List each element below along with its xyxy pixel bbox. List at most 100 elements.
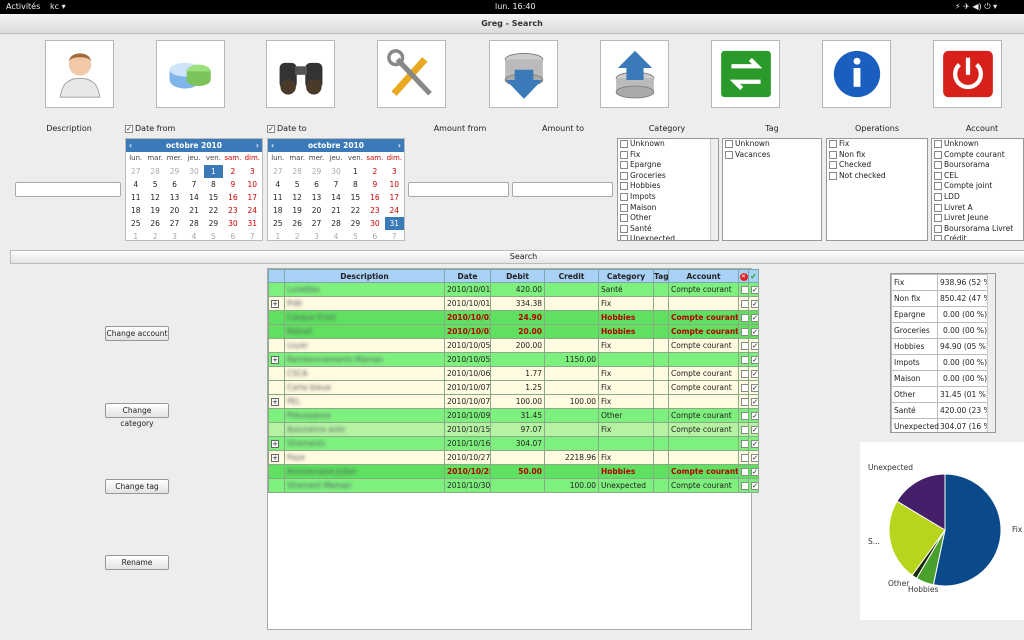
unchecked-checkbox[interactable] — [741, 482, 748, 490]
calendar-day[interactable]: 1 — [203, 165, 224, 178]
power-button[interactable] — [933, 40, 1002, 108]
date-to-checkbox[interactable]: ✓ — [267, 124, 275, 133]
stats-scrollbar[interactable] — [987, 274, 995, 432]
calendar-day[interactable]: 4 — [184, 230, 203, 243]
prev-month-icon[interactable]: ‹ — [271, 141, 274, 150]
calendar-day[interactable]: 15 — [346, 191, 365, 204]
operations-list[interactable]: Fix Non fix Checked Not checked — [826, 138, 928, 241]
calendar-day[interactable]: 31 — [243, 217, 262, 230]
info-button[interactable] — [822, 40, 891, 108]
cell-checked[interactable]: ✓ — [748, 296, 759, 311]
table-row[interactable]: Virement Maman 2010/10/30 100.00 Unexpected… — [268, 478, 759, 493]
category-list-item[interactable]: Groceries — [618, 171, 718, 182]
calendar-day[interactable]: 20 — [307, 204, 326, 217]
checkbox[interactable] — [934, 203, 942, 212]
account-list-item[interactable]: Boursorama — [932, 160, 1023, 171]
cell-unchecked[interactable] — [738, 282, 749, 297]
account-list-item[interactable]: Compte courant — [932, 150, 1023, 161]
checked-checkbox[interactable]: ✓ — [751, 398, 758, 406]
account-list-item[interactable]: Livret Jeune — [932, 213, 1023, 224]
cell-checked[interactable]: ✓ — [748, 394, 759, 409]
calendar-day[interactable]: 19 — [145, 204, 164, 217]
account-list-item[interactable]: Boursorama Livret — [932, 224, 1023, 235]
unchecked-checkbox[interactable] — [741, 468, 748, 476]
expand-icon[interactable]: + — [271, 440, 279, 448]
calendar-day[interactable]: 30 — [223, 217, 242, 230]
checkbox[interactable] — [934, 182, 942, 191]
stats-row[interactable]: Unexpected 304.07 (16 %) — [891, 418, 994, 432]
unchecked-checkbox[interactable] — [741, 440, 748, 448]
calendar-day[interactable]: 21 — [184, 204, 203, 217]
table-row[interactable]: + PEL 2010/10/07 100.00 100.00 Fix ✓ — [268, 394, 759, 409]
date-to-calendar[interactable]: ‹ octobre 2010 › lun. mar. mer. jeu. ven. sam. di… — [267, 138, 405, 241]
calendar-day[interactable]: 27 — [165, 217, 184, 230]
table-row[interactable]: Lunettes 2010/10/01 420.00 Santé Compte cour… — [268, 282, 759, 297]
calendar-day[interactable]: 3 — [243, 165, 262, 178]
calendar-day[interactable]: 11 — [268, 191, 287, 204]
expand-cell[interactable]: + — [268, 436, 285, 451]
stats-row[interactable]: Non fix 850.42 (47 %) — [891, 290, 994, 307]
tools-button[interactable] — [377, 40, 446, 108]
calendar-day[interactable]: 7 — [385, 230, 404, 243]
checkbox[interactable] — [620, 171, 628, 180]
unchecked-checkbox[interactable] — [741, 356, 748, 364]
table-row[interactable]: Assurance auto 2010/10/15 97.07 Fix Compte c… — [268, 422, 759, 437]
next-month-icon[interactable]: › — [256, 141, 259, 150]
date-from-checkbox[interactable]: ✓ — [125, 124, 133, 133]
database-download-button[interactable] — [489, 40, 558, 108]
calendar-day[interactable]: 5 — [346, 230, 365, 243]
tag-list[interactable]: Unknown Vacances — [722, 138, 822, 241]
checked-checkbox[interactable]: ✓ — [751, 482, 758, 490]
table-row[interactable]: CSCA 2010/10/06 1.77 Fix Compte courant ✓ — [268, 366, 759, 381]
calendar-day[interactable]: 8 — [204, 178, 223, 191]
calendar-day[interactable]: 31 — [384, 217, 404, 230]
cell-checked[interactable]: ✓ — [748, 380, 759, 395]
calendar-day[interactable]: 14 — [326, 191, 345, 204]
expand-cell[interactable]: + — [268, 296, 285, 311]
cell-unchecked[interactable] — [738, 394, 749, 409]
calendar-day[interactable]: 24 — [385, 204, 404, 217]
category-list-item[interactable]: Hobbies — [618, 181, 718, 192]
expand-icon[interactable]: + — [271, 454, 279, 462]
cell-checked[interactable]: ✓ — [748, 338, 759, 353]
calendar-month-year[interactable]: octobre 2010 — [166, 141, 222, 150]
checkbox[interactable] — [829, 140, 837, 148]
calendar-day[interactable]: 9 — [365, 178, 384, 191]
checkbox[interactable] — [725, 140, 733, 148]
stats-row[interactable]: Epargne 0.00 (00 %) — [891, 306, 990, 323]
change-category-button[interactable]: Change category — [105, 403, 169, 428]
calendar-day[interactable]: 23 — [365, 204, 384, 217]
checkbox[interactable] — [829, 161, 837, 170]
category-list-item[interactable]: Santé — [618, 224, 718, 235]
table-row[interactable]: Loyer 2010/10/05 200.00 Fix Compte courant ✓ — [268, 338, 759, 353]
stats-row[interactable]: Maison 0.00 (00 %) — [891, 370, 990, 387]
checked-checkbox[interactable]: ✓ — [751, 370, 758, 378]
stats-row[interactable]: Hobbies 94.90 (05 %) — [891, 338, 990, 355]
calendar-day[interactable]: 26 — [145, 217, 164, 230]
col-category[interactable]: Category — [598, 269, 654, 283]
cell-checked[interactable]: ✓ — [748, 478, 759, 493]
calendar-day[interactable]: 17 — [243, 191, 262, 204]
expand-icon[interactable]: + — [271, 356, 279, 364]
database-upload-button[interactable] — [600, 40, 669, 108]
checkbox[interactable] — [620, 214, 628, 223]
cell-checked[interactable]: ✓ — [748, 408, 759, 423]
amount-to-input[interactable] — [512, 182, 613, 197]
cell-unchecked[interactable] — [738, 338, 749, 353]
calendar-day[interactable]: 29 — [346, 217, 365, 230]
expand-icon[interactable]: + — [271, 300, 279, 308]
checked-checkbox[interactable]: ✓ — [751, 412, 758, 420]
amount-from-input[interactable] — [408, 182, 509, 197]
checkbox[interactable] — [620, 140, 628, 148]
calendar-day[interactable]: 10 — [385, 178, 404, 191]
calendar-day[interactable]: 28 — [145, 165, 164, 178]
checkbox[interactable] — [934, 140, 942, 148]
col-tag[interactable]: Tag — [653, 269, 669, 283]
account-list-item[interactable]: Compte joint — [932, 181, 1023, 192]
calendar-day[interactable]: 12 — [287, 191, 306, 204]
calendar-day[interactable]: 30 — [326, 165, 345, 178]
calendar-day[interactable]: 25 — [126, 217, 145, 230]
cell-checked[interactable]: ✓ — [748, 366, 759, 381]
expand-cell[interactable]: + — [268, 394, 285, 409]
category-list-item[interactable]: Epargne — [618, 160, 718, 171]
